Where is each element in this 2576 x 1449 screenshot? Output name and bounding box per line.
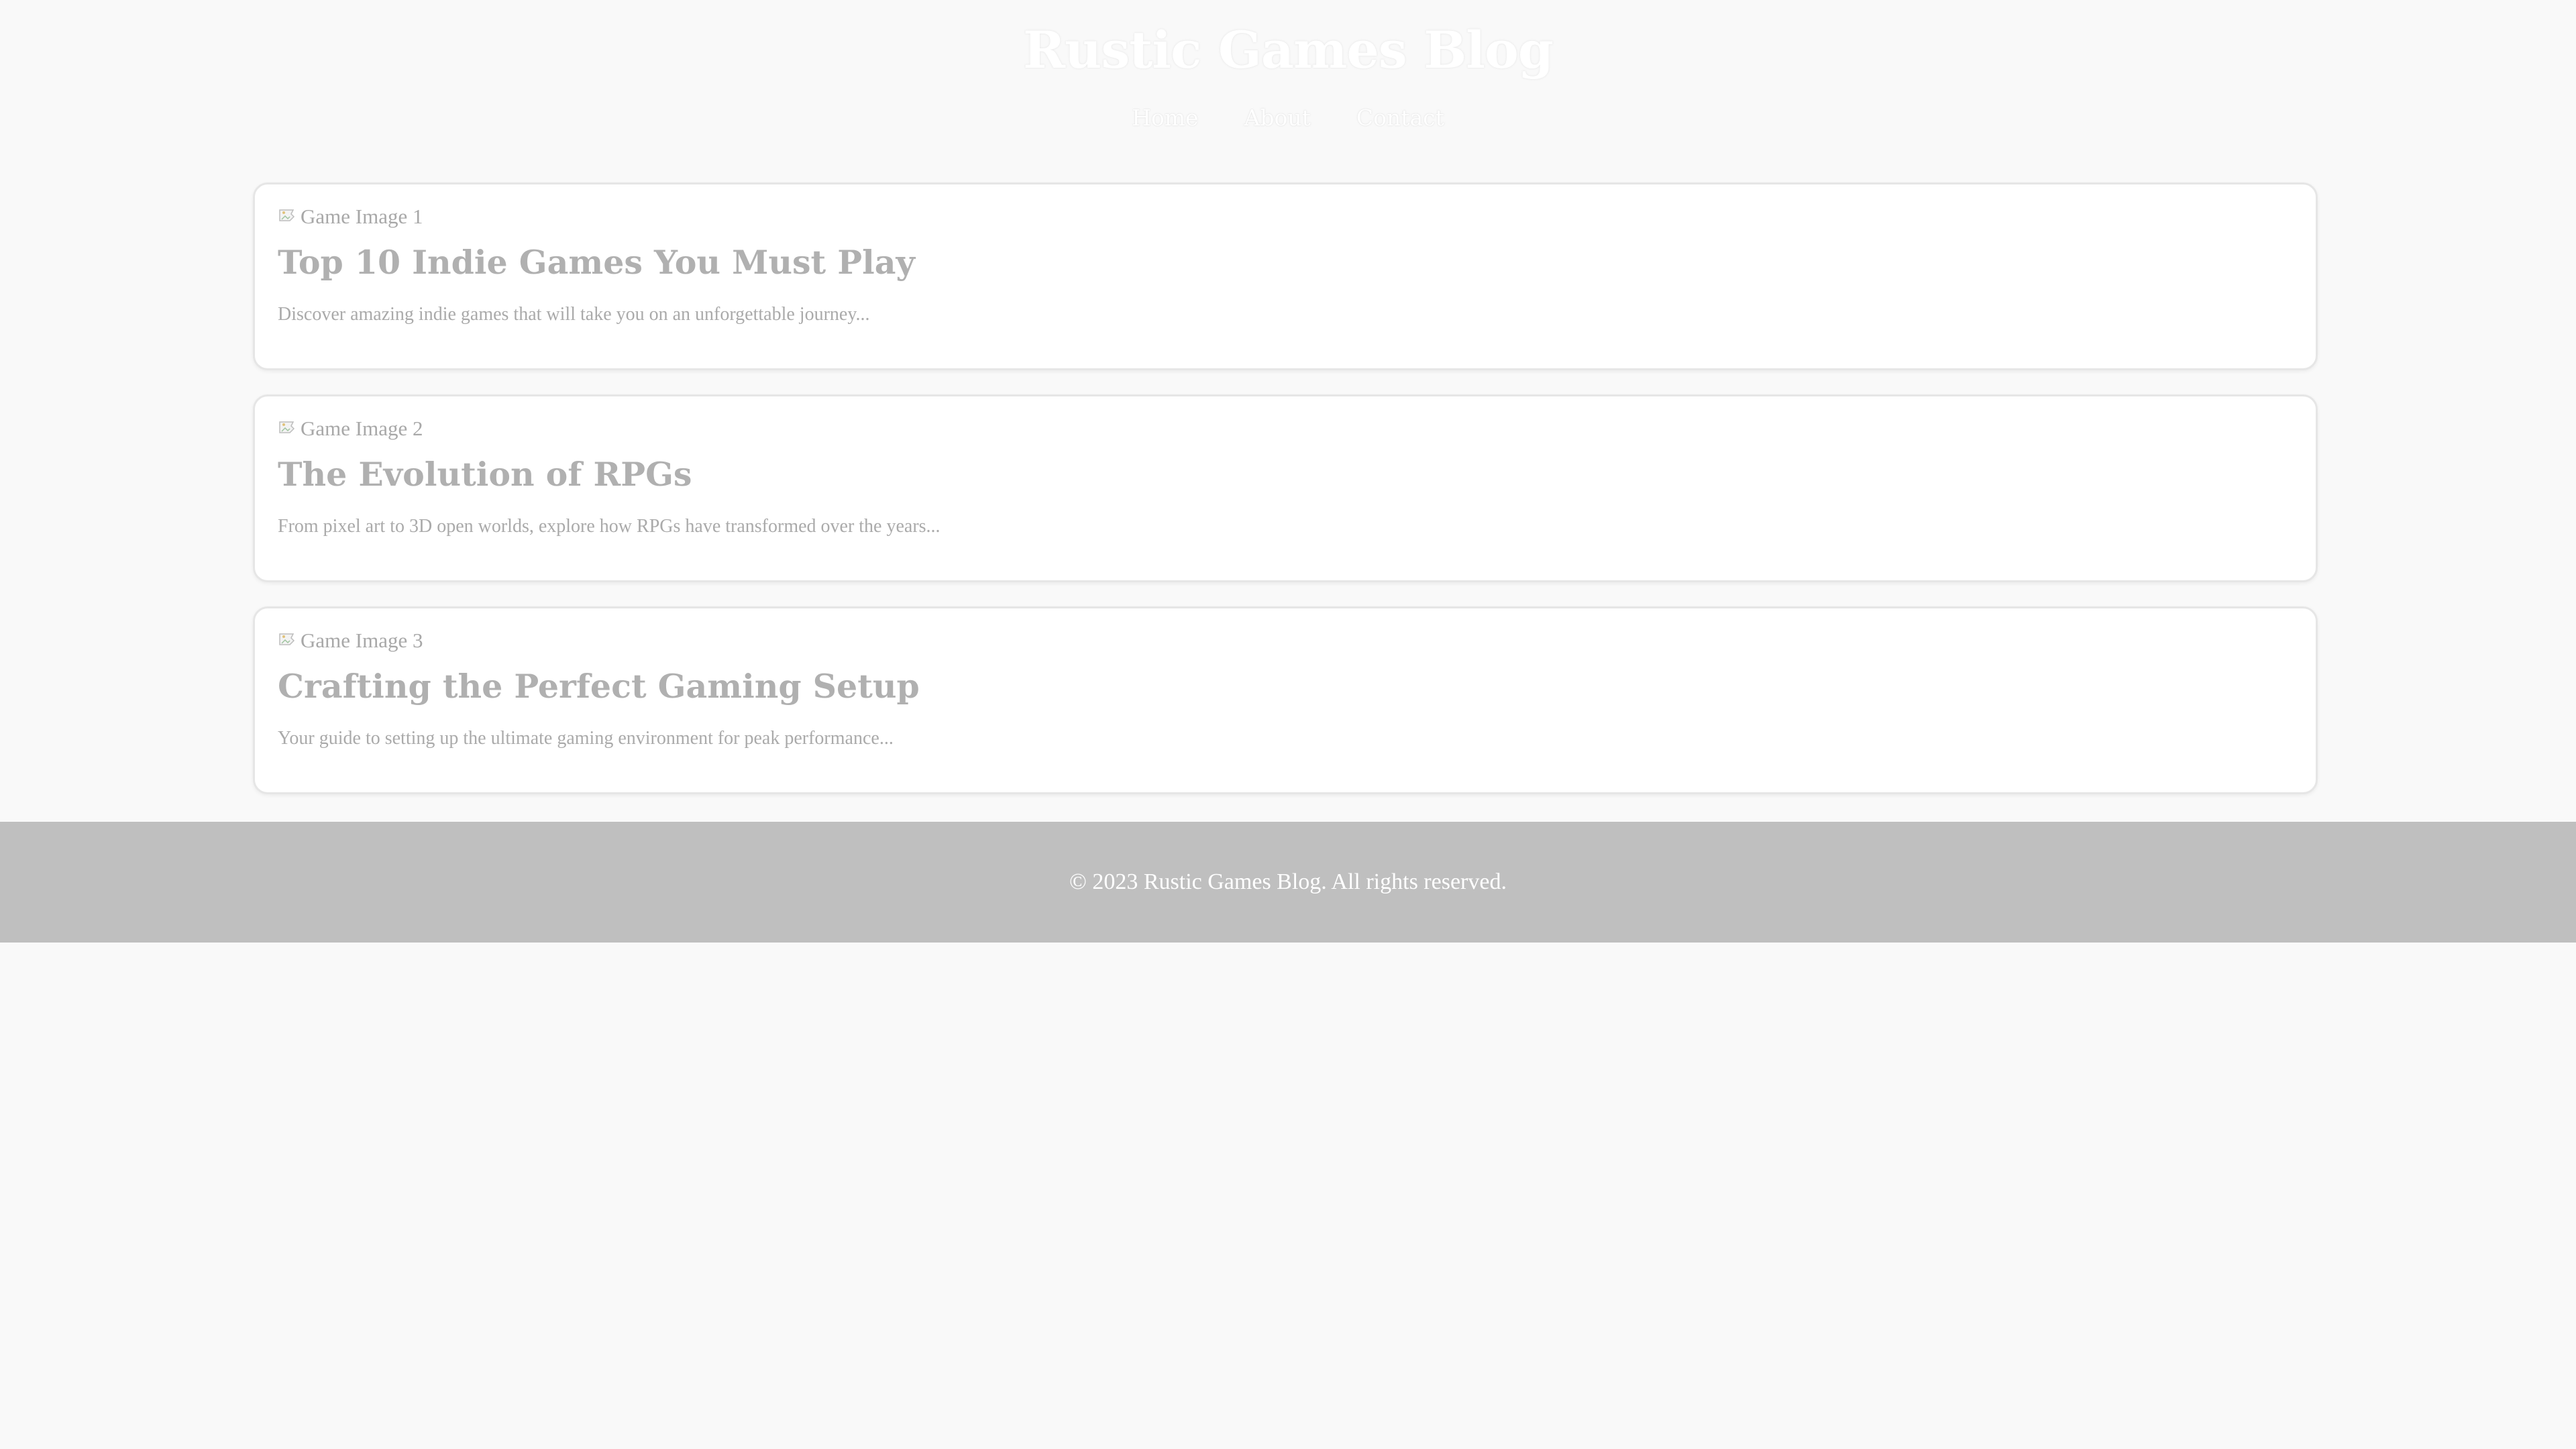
nav-link-home[interactable]: Home — [1132, 105, 1198, 131]
post-excerpt: Your guide to setting up the ultimate ga… — [278, 728, 894, 749]
post-image-alt: Game Image 3 — [301, 629, 423, 652]
post-image: Game Image 1 — [278, 203, 2293, 230]
site-header: Rustic Games Blog Home About Contact — [0, 0, 2576, 164]
post-title[interactable]: Top 10 Indie Games You Must Play — [278, 242, 2293, 282]
nav-link-about[interactable]: About — [1244, 105, 1311, 131]
posts-list: Game Image 1 Top 10 Indie Games You Must… — [253, 182, 2318, 818]
footer-copyright: © 2023 Rustic Games Blog. All rights res… — [1069, 869, 1507, 894]
broken-image-icon — [279, 209, 295, 221]
post-image: Game Image 2 — [278, 415, 2293, 442]
main-nav: Home About Contact — [0, 105, 2576, 131]
nav-link-contact[interactable]: Contact — [1356, 105, 1444, 131]
post-card[interactable]: Game Image 2 The Evolution of RPGs From … — [253, 394, 2318, 582]
post-image-alt: Game Image 1 — [301, 205, 423, 228]
site-title: Rustic Games Blog — [1022, 20, 1554, 80]
post-image: Game Image 3 — [278, 627, 2293, 654]
post-image-alt: Game Image 2 — [301, 417, 423, 440]
post-card[interactable]: Game Image 1 Top 10 Indie Games You Must… — [253, 182, 2318, 370]
post-excerpt: From pixel art to 3D open worlds, explor… — [278, 516, 941, 537]
post-title[interactable]: Crafting the Perfect Gaming Setup — [278, 666, 2293, 706]
broken-image-icon — [279, 633, 295, 645]
post-card[interactable]: Game Image 3 Crafting the Perfect Gaming… — [253, 606, 2318, 794]
post-title[interactable]: The Evolution of RPGs — [278, 454, 2293, 494]
site-footer: © 2023 Rustic Games Blog. All rights res… — [0, 822, 2576, 943]
post-excerpt: Discover amazing indie games that will t… — [278, 304, 870, 325]
broken-image-icon — [279, 421, 295, 433]
